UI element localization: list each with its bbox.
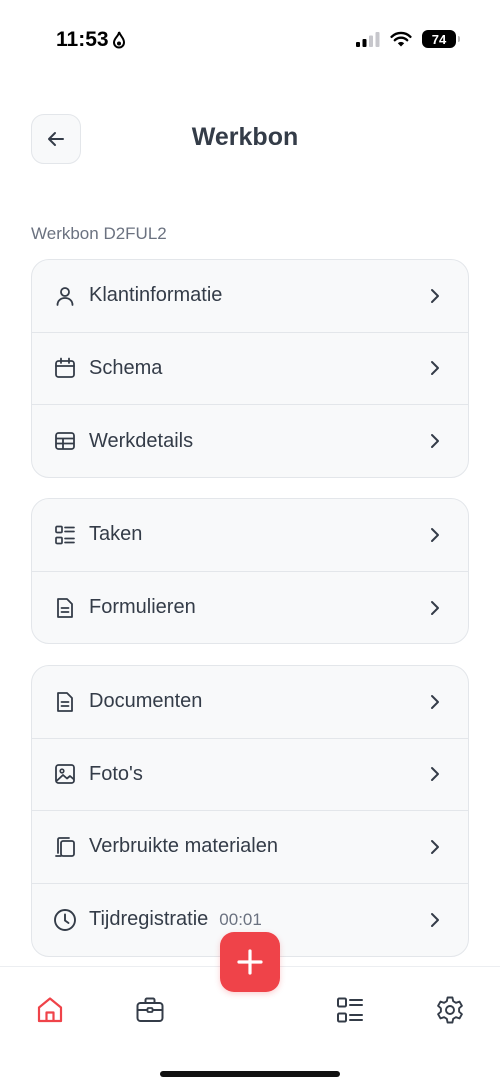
menu-item-label: Werkdetails [89, 429, 194, 452]
status-time: 11:53 [56, 28, 127, 52]
chevron-right-icon [431, 767, 439, 782]
user-icon [53, 284, 77, 308]
chevron-right-icon [431, 912, 439, 927]
document-icon [53, 690, 77, 714]
status-icons: 74 [356, 30, 460, 48]
nav-home[interactable] [33, 993, 67, 1027]
menu-item-fotos[interactable]: Foto's [32, 739, 468, 811]
status-bar: 11:53 74 [0, 0, 500, 80]
battery-icon: 74 [422, 30, 460, 48]
wifi-icon [390, 31, 412, 47]
menu-item-klantinformatie[interactable]: Klantinformatie [32, 260, 468, 333]
briefcase-icon [136, 997, 164, 1022]
nav-settings[interactable] [433, 993, 467, 1027]
chevron-right-icon [431, 527, 439, 542]
menu-item-schema[interactable]: Schema [32, 333, 468, 405]
nav-jobs[interactable] [133, 993, 167, 1027]
form-document-icon [53, 596, 77, 620]
menu-item-label: Foto's [89, 762, 143, 785]
add-button[interactable] [220, 932, 280, 992]
chevron-right-icon [431, 694, 439, 709]
menu-item-werkdetails[interactable]: Werkdetails [32, 405, 468, 477]
focus-icon [112, 31, 125, 49]
image-icon [53, 762, 77, 786]
chevron-right-icon [431, 839, 439, 854]
calendar-icon [53, 356, 77, 380]
table-icon [53, 429, 77, 453]
card-tasks-group: Taken Formulieren [31, 498, 469, 644]
home-indicator [160, 1071, 340, 1077]
menu-item-label: Documenten [89, 690, 203, 713]
status-time-text: 11:53 [56, 28, 109, 51]
signal-icon [356, 32, 380, 47]
chevron-right-icon [431, 600, 439, 615]
gear-icon [437, 996, 463, 1024]
menu-item-documenten[interactable]: Documenten [32, 666, 468, 739]
work-order-number: Werkbon D2FUL2 [31, 224, 167, 243]
menu-item-label: Formulieren [89, 596, 196, 619]
menu-item-verbruikte-materialen[interactable]: Verbruikte materialen [32, 811, 468, 884]
materials-icon [53, 835, 77, 859]
page-title: Werkbon [191, 123, 299, 151]
chevron-right-icon [431, 434, 439, 449]
chevron-right-icon [431, 288, 439, 303]
menu-item-label: Taken [89, 523, 143, 546]
nav-tasks[interactable] [333, 993, 367, 1027]
chevron-right-icon [431, 361, 439, 376]
menu-item-taken[interactable]: Taken [32, 499, 468, 572]
home-icon [37, 997, 63, 1023]
card-customer-group: Klantinformatie Schema Werkdetails [31, 259, 469, 478]
card-documents-group: Documenten Foto's Verbruikte materialen … [31, 665, 469, 957]
menu-item-formulieren[interactable]: Formulieren [32, 572, 468, 644]
clock-icon [53, 908, 77, 932]
menu-item-label: Tijdregistratie [89, 908, 209, 931]
plus-icon [237, 949, 263, 975]
menu-item-label: Klantinformatie [89, 284, 223, 307]
screen: 11:53 74 Werkbon Werkbon D2FUL2 Klantinf… [0, 0, 500, 1087]
timer-value: 00:01 [219, 909, 262, 929]
menu-item-label: Schema [89, 356, 163, 379]
task-list-icon [337, 997, 363, 1023]
task-list-icon [53, 523, 77, 547]
battery-level: 74 [431, 31, 447, 47]
menu-item-label: Verbruikte materialen [89, 835, 278, 858]
